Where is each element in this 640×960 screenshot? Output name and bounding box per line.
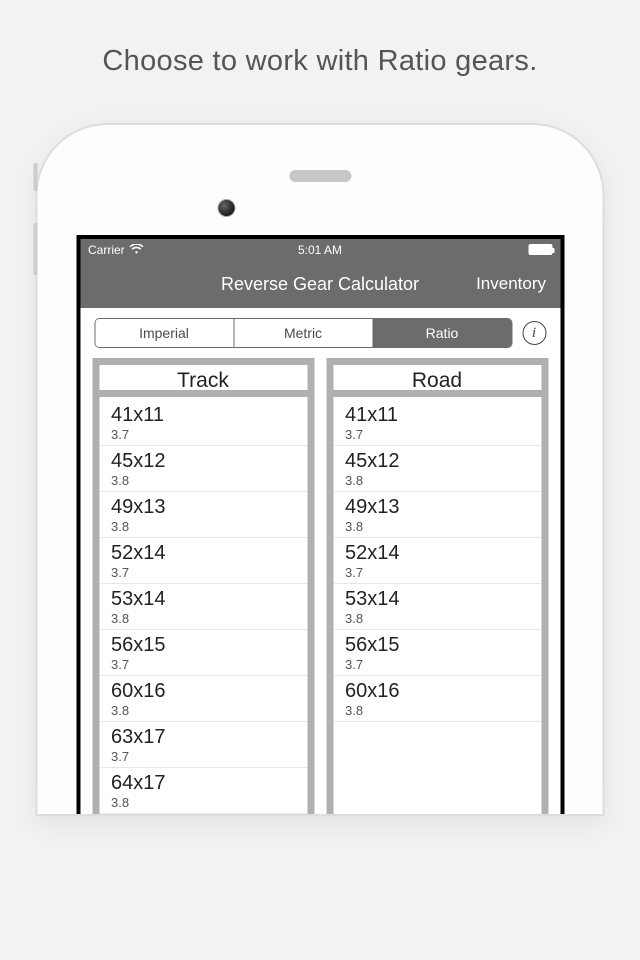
road-column: Road 41x11 3.7 45x12 3.8 49x13 3.8 [326, 358, 548, 814]
list-item[interactable]: 53x14 3.8 [333, 584, 541, 630]
phone-speaker [289, 170, 351, 182]
gear-label: 60x16 [111, 679, 295, 703]
nav-bar: Reverse Gear Calculator Inventory [80, 260, 560, 308]
gear-label: 53x14 [345, 587, 529, 611]
segmented-control: Imperial Metric Ratio [94, 318, 512, 348]
list-item[interactable]: 49x13 3.8 [333, 492, 541, 538]
list-item[interactable]: 41x11 3.7 [333, 400, 541, 446]
nav-title: Reverse Gear Calculator [221, 274, 419, 295]
gear-ratio: 3.8 [345, 703, 529, 718]
list-item[interactable]: 56x15 3.7 [333, 630, 541, 676]
segment-metric[interactable]: Metric [234, 319, 373, 347]
info-icon[interactable]: i [522, 321, 546, 345]
gear-label: 41x11 [345, 403, 529, 427]
list-item[interactable]: 52x14 3.7 [333, 538, 541, 584]
gear-ratio: 3.8 [345, 519, 529, 534]
phone-camera [218, 199, 236, 217]
status-bar: Carrier 5:01 AM [80, 239, 560, 260]
gear-label: 56x15 [345, 633, 529, 657]
gear-ratio: 3.8 [111, 611, 295, 626]
phone-screen: Carrier 5:01 AM Reverse Gear Calculator … [76, 235, 564, 814]
wifi-icon [130, 243, 144, 257]
gear-ratio: 3.8 [345, 611, 529, 626]
list-item[interactable]: 45x12 3.8 [333, 446, 541, 492]
segment-ratio[interactable]: Ratio [373, 319, 511, 347]
list-item[interactable]: 45x12 3.8 [99, 446, 307, 492]
list-item[interactable]: 56x15 3.7 [99, 630, 307, 676]
list-item[interactable]: 63x17 3.7 [99, 722, 307, 768]
list-item[interactable]: 52x14 3.7 [99, 538, 307, 584]
gear-label: 60x16 [345, 679, 529, 703]
phone-volume-button [34, 223, 38, 275]
list-item[interactable]: 64x17 3.8 [99, 768, 307, 814]
gear-ratio: 3.7 [111, 565, 295, 580]
gear-label: 63x17 [111, 725, 295, 749]
phone-frame: Carrier 5:01 AM Reverse Gear Calculator … [38, 125, 603, 814]
road-list[interactable]: 41x11 3.7 45x12 3.8 49x13 3.8 52x14 3.7 [333, 397, 541, 722]
list-item[interactable]: 49x13 3.8 [99, 492, 307, 538]
promo-text: Choose to work with Ratio gears. [0, 0, 640, 78]
gear-label: 49x13 [345, 495, 529, 519]
status-time: 5:01 AM [298, 243, 342, 257]
gear-ratio: 3.8 [111, 703, 295, 718]
phone-side-button [34, 163, 38, 191]
list-item[interactable]: 41x11 3.7 [99, 400, 307, 446]
lists-container: Track 41x11 3.7 45x12 3.8 49x13 3.8 [80, 358, 560, 814]
gear-ratio: 3.7 [345, 565, 529, 580]
gear-ratio: 3.7 [111, 427, 295, 442]
status-carrier: Carrier [88, 243, 125, 257]
track-list[interactable]: 41x11 3.7 45x12 3.8 49x13 3.8 52x14 3.7 [99, 397, 307, 814]
road-header: Road [333, 365, 541, 397]
gear-label: 52x14 [111, 541, 295, 565]
segment-imperial[interactable]: Imperial [95, 319, 234, 347]
gear-ratio: 3.7 [345, 657, 529, 672]
gear-label: 64x17 [111, 771, 295, 795]
gear-ratio: 3.8 [111, 473, 295, 488]
list-item[interactable]: 60x16 3.8 [99, 676, 307, 722]
list-item[interactable]: 60x16 3.8 [333, 676, 541, 722]
list-item[interactable]: 53x14 3.8 [99, 584, 307, 630]
track-header: Track [99, 365, 307, 397]
toolbar: Imperial Metric Ratio i [80, 308, 560, 358]
gear-ratio: 3.8 [111, 519, 295, 534]
gear-ratio: 3.8 [111, 795, 295, 810]
gear-label: 56x15 [111, 633, 295, 657]
gear-label: 53x14 [111, 587, 295, 611]
gear-ratio: 3.7 [111, 657, 295, 672]
gear-label: 52x14 [345, 541, 529, 565]
inventory-button[interactable]: Inventory [476, 274, 546, 294]
gear-label: 49x13 [111, 495, 295, 519]
gear-ratio: 3.8 [345, 473, 529, 488]
track-column: Track 41x11 3.7 45x12 3.8 49x13 3.8 [92, 358, 314, 814]
gear-ratio: 3.7 [111, 749, 295, 764]
battery-icon [528, 244, 552, 255]
gear-label: 45x12 [345, 449, 529, 473]
gear-label: 41x11 [111, 403, 295, 427]
gear-ratio: 3.7 [345, 427, 529, 442]
gear-label: 45x12 [111, 449, 295, 473]
